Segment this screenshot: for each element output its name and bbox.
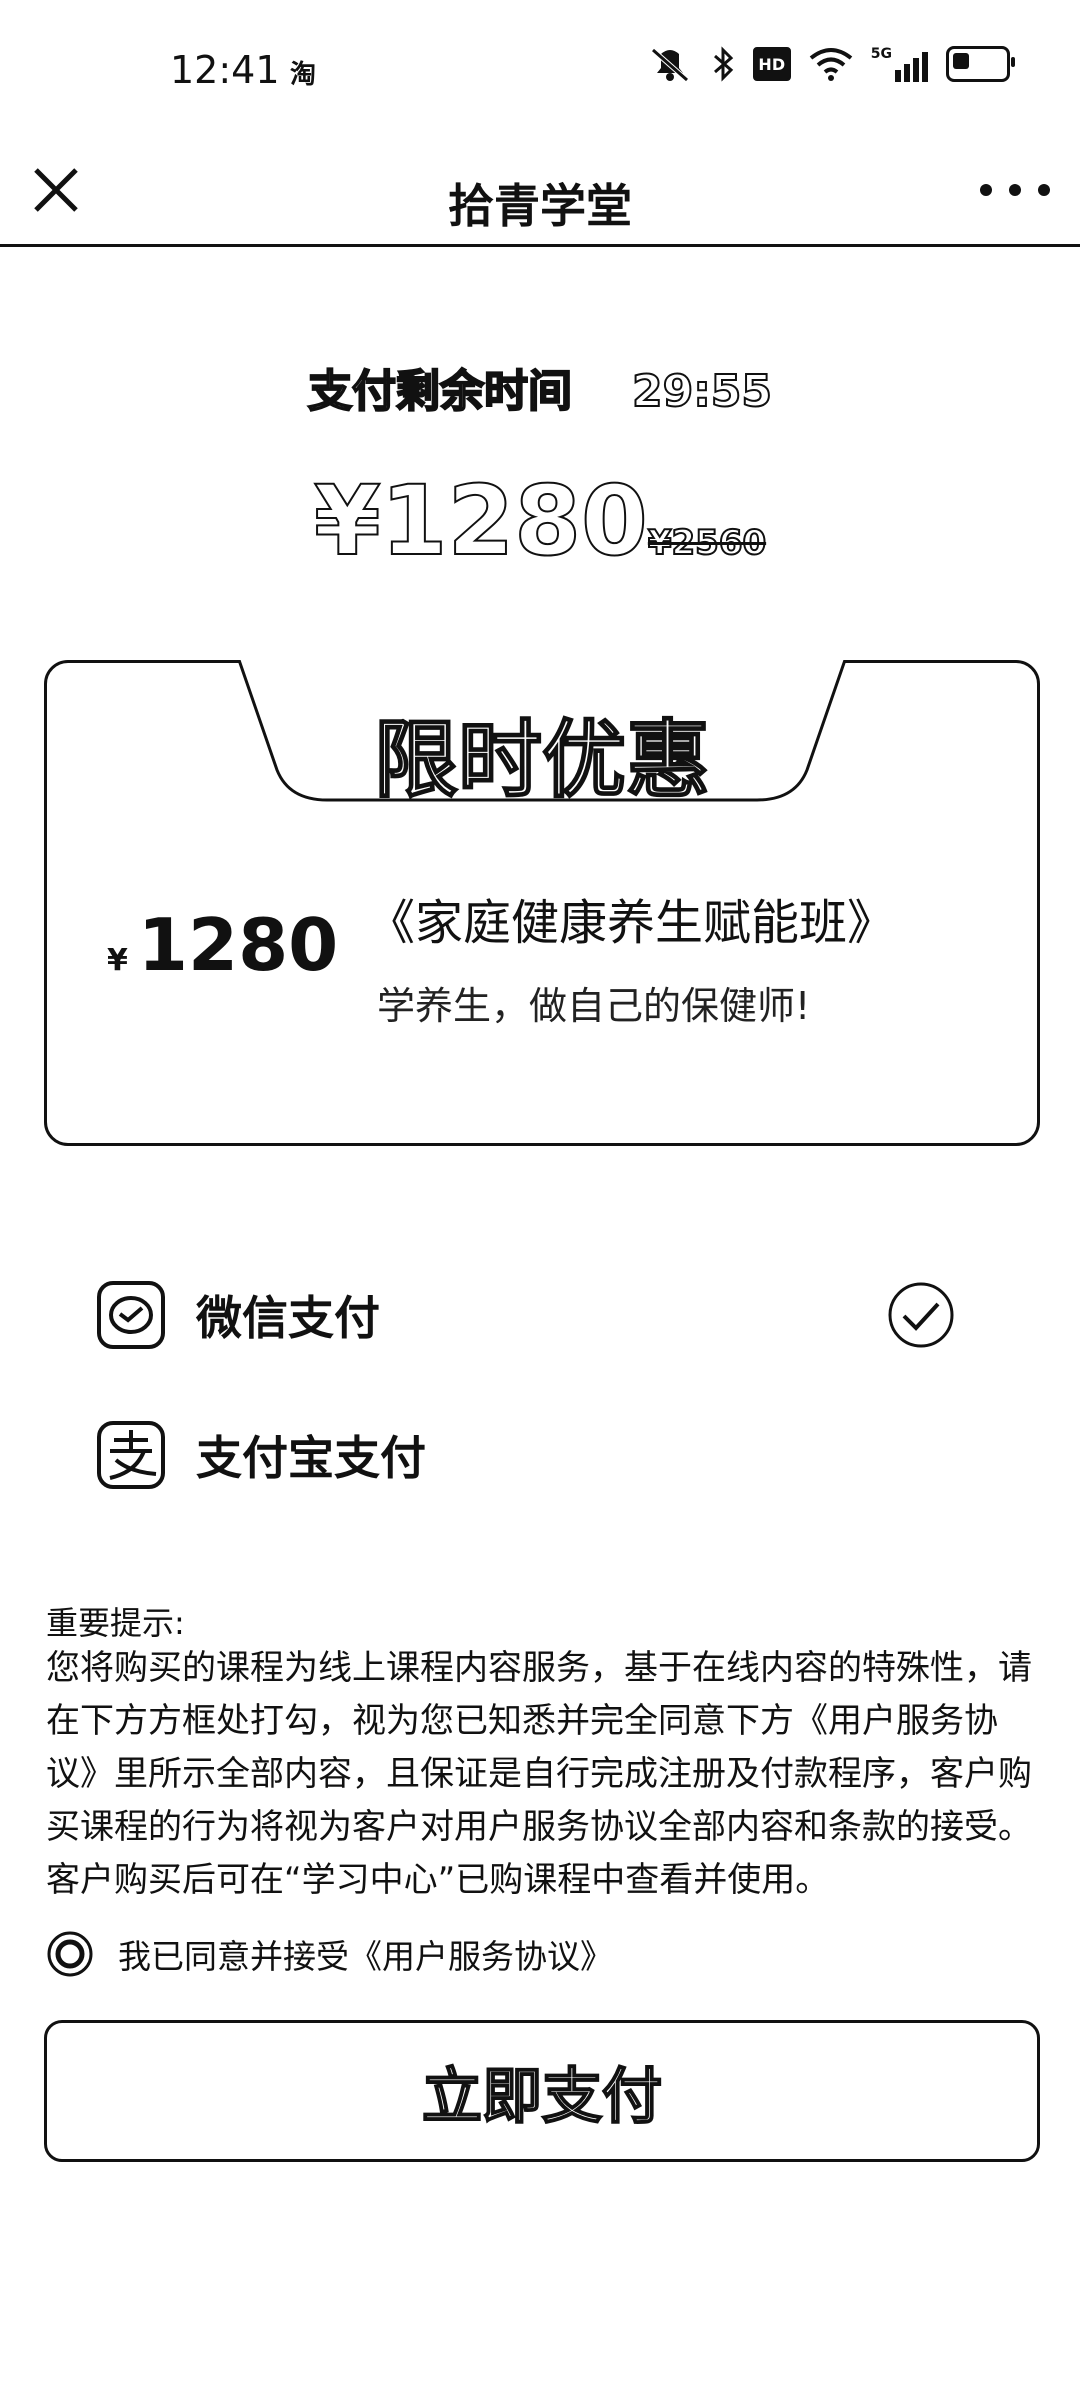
more-icon[interactable] <box>980 170 1050 210</box>
wechat-pay-icon <box>97 1281 165 1349</box>
agreement-radio[interactable] <box>46 1930 94 1978</box>
card-price-value: 1280 <box>137 903 339 987</box>
pay-now-button[interactable]: 立即支付 <box>44 2020 1040 2162</box>
nav-bar: 拾青学堂 <box>0 140 1080 247</box>
agreement-row[interactable]: 我已同意并接受《用户服务协议》 <box>46 1930 613 1978</box>
status-icons: HD 5G <box>647 46 1015 82</box>
promo-card: 限时优惠 ¥ 1280 《家庭健康养生赋能班》 学养生，做自己的保健师! <box>44 660 1040 1146</box>
countdown-value: 29:55 <box>631 365 773 418</box>
network-type-label: 5G <box>870 46 892 62</box>
course-title: 《家庭健康养生赋能班》 <box>367 895 896 951</box>
payment-option-label: 支付宝支付 <box>196 1431 426 1485</box>
promo-tab-title: 限时优惠 <box>373 710 711 810</box>
page-title: 拾青学堂 <box>448 179 632 233</box>
wifi-icon <box>809 48 853 81</box>
signal-5g-icon: 5G <box>871 46 928 82</box>
current-price: ¥1280 <box>313 464 649 578</box>
notice-text: 您将购买的课程为线上课程内容服务，基于在线内容的特殊性，请在下方方框处打勾，视为… <box>46 1648 1032 1900</box>
payment-option-alipay[interactable]: 支付宝支付 <box>96 1410 976 1500</box>
price-header: ¥1280¥2560 <box>0 464 1080 578</box>
selected-check-icon[interactable] <box>886 1280 956 1350</box>
mute-icon <box>651 48 689 82</box>
taobao-notification-icon: 淘 <box>290 60 317 90</box>
notice-label: 重要提示: <box>46 1604 185 1642</box>
payment-option-wechat[interactable]: 微信支付 <box>96 1270 976 1360</box>
alipay-icon <box>97 1421 165 1489</box>
agreement-text[interactable]: 我已同意并接受《用户服务协议》 <box>118 1930 613 1978</box>
payment-countdown: 支付剩余时间 29:55 <box>0 355 1080 419</box>
status-time: 12:41 <box>170 48 280 92</box>
card-price: ¥ 1280 <box>107 903 338 987</box>
hd-icon: HD <box>752 47 791 81</box>
payment-option-label: 微信支付 <box>196 1291 380 1345</box>
original-price: ¥2560 <box>647 522 767 564</box>
status-bar: 12:41 淘 HD 5G <box>0 0 1080 140</box>
course-subtitle: 学养生，做自己的保健师! <box>377 984 811 1028</box>
bluetooth-icon <box>713 46 733 82</box>
card-price-symbol: ¥ <box>107 943 128 978</box>
battery-icon <box>946 46 1015 82</box>
countdown-label: 支付剩余时间 <box>307 365 573 418</box>
